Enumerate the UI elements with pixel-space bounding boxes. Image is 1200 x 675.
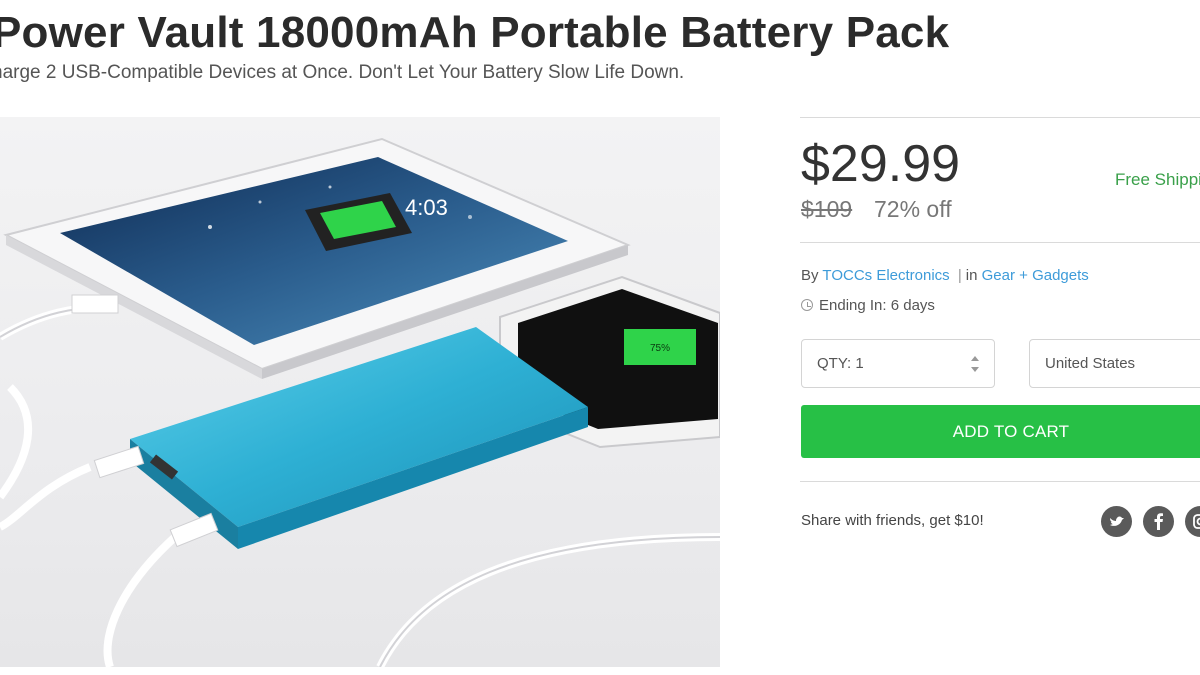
product-image: 4:03 75% <box>0 117 720 667</box>
clock-icon <box>801 299 813 311</box>
by-label: By <box>801 267 819 284</box>
category-link[interactable]: Gear + Gadgets <box>982 267 1089 284</box>
current-price: $29.99 <box>801 135 961 193</box>
country-select[interactable]: United States <box>1029 339 1200 388</box>
instagram-icon[interactable] <box>1185 506 1200 537</box>
updown-arrows-icon <box>970 356 980 372</box>
vendor-link[interactable]: TOCCs Electronics <box>822 267 949 284</box>
ending-line: Ending In: 6 days <box>801 297 935 314</box>
in-label: in <box>965 267 978 284</box>
quantity-value: QTY: 1 <box>817 355 864 372</box>
ending-text: Ending In: 6 days <box>819 297 935 314</box>
free-shipping-label: Free Shippi <box>1115 170 1200 189</box>
share-text: Share with friends, get $10! <box>801 512 984 529</box>
price-bottom-divider <box>800 242 1200 243</box>
add-to-cart-button[interactable]: ADD TO CART <box>801 405 1200 458</box>
facebook-icon[interactable] <box>1143 506 1174 537</box>
discount-label: 72% off <box>874 196 952 222</box>
meta-separator: | <box>957 267 962 284</box>
price-top-divider <box>800 117 1200 118</box>
share-divider <box>800 481 1200 482</box>
quantity-select[interactable]: QTY: 1 <box>801 339 995 388</box>
twitter-icon[interactable] <box>1101 506 1132 537</box>
vendor-line: By TOCCs Electronics | in Gear + Gadgets <box>801 267 1089 284</box>
country-value: United States <box>1045 355 1136 372</box>
phone-battery-percent: 75% <box>650 343 670 354</box>
product-title: Power Vault 18000mAh Portable Battery Pa… <box>0 8 950 57</box>
product-subtitle: harge 2 USB-Compatible Devices at Once. … <box>0 62 685 83</box>
original-price: $109 <box>801 196 853 222</box>
tablet-lock-time: 4:03 <box>405 195 448 220</box>
